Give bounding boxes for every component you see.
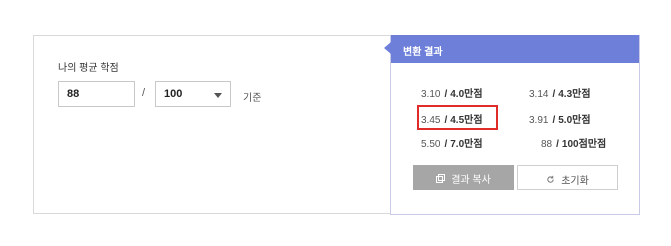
scale-select-value: 100 (164, 88, 183, 100)
result-value: 88 (541, 139, 553, 150)
copy-result-button[interactable]: 결과 복사 (413, 165, 514, 190)
result-scale: 4.5만점 (450, 115, 483, 126)
result-scale: 7.0만점 (450, 139, 483, 150)
scale-select[interactable]: 100 (155, 81, 231, 107)
copy-button-label: 결과 복사 (451, 175, 491, 186)
result-scale: 4.0만점 (450, 89, 483, 100)
result-value: 3.45 (421, 115, 441, 126)
result-item: 3.10/4.0만점 (421, 85, 483, 100)
reset-button-label: 초기화 (561, 176, 589, 187)
chevron-down-icon (214, 93, 222, 98)
grade-input-area: 나의 평균 학점 88 / 100 기준 (34, 36, 390, 213)
result-scale: 100점만점 (561, 139, 607, 150)
grade-converter-widget: 나의 평균 학점 88 / 100 기준 변환 결과 3.10/4.0만점 3.… (33, 35, 640, 215)
result-slash: / (444, 89, 448, 100)
result-item: 88/100점만점 (541, 135, 606, 150)
result-slash: / (444, 115, 448, 126)
score-input[interactable]: 88 (58, 81, 135, 107)
result-slash: / (552, 115, 556, 126)
result-header: 변환 결과 (391, 35, 639, 63)
average-grade-label: 나의 평균 학점 (58, 63, 119, 74)
result-value: 3.10 (421, 89, 441, 100)
result-slash: / (444, 139, 448, 150)
score-separator: / (142, 87, 146, 99)
result-value: 3.14 (529, 89, 549, 100)
result-slash: / (552, 89, 556, 100)
copy-icon (436, 174, 446, 186)
result-scale: 4.3만점 (558, 89, 591, 100)
result-value: 3.91 (529, 115, 549, 126)
scale-unit-label: 기준 (243, 93, 262, 104)
result-item: 3.14/4.3만점 (529, 85, 591, 100)
result-slash: / (556, 139, 559, 150)
result-value: 5.50 (421, 139, 441, 150)
result-item: 5.50/7.0만점 (421, 135, 483, 150)
header-arrow (384, 42, 391, 54)
result-item-highlighted: 3.45/4.5만점 (421, 111, 483, 126)
result-panel: 변환 결과 3.10/4.0만점 3.14/4.3만점 3.45/4.5만점 3… (384, 35, 640, 215)
result-scale: 5.0만점 (558, 115, 591, 126)
result-item: 3.91/5.0만점 (529, 111, 591, 126)
reset-button[interactable]: 초기화 (517, 165, 618, 190)
refresh-icon (546, 175, 555, 187)
